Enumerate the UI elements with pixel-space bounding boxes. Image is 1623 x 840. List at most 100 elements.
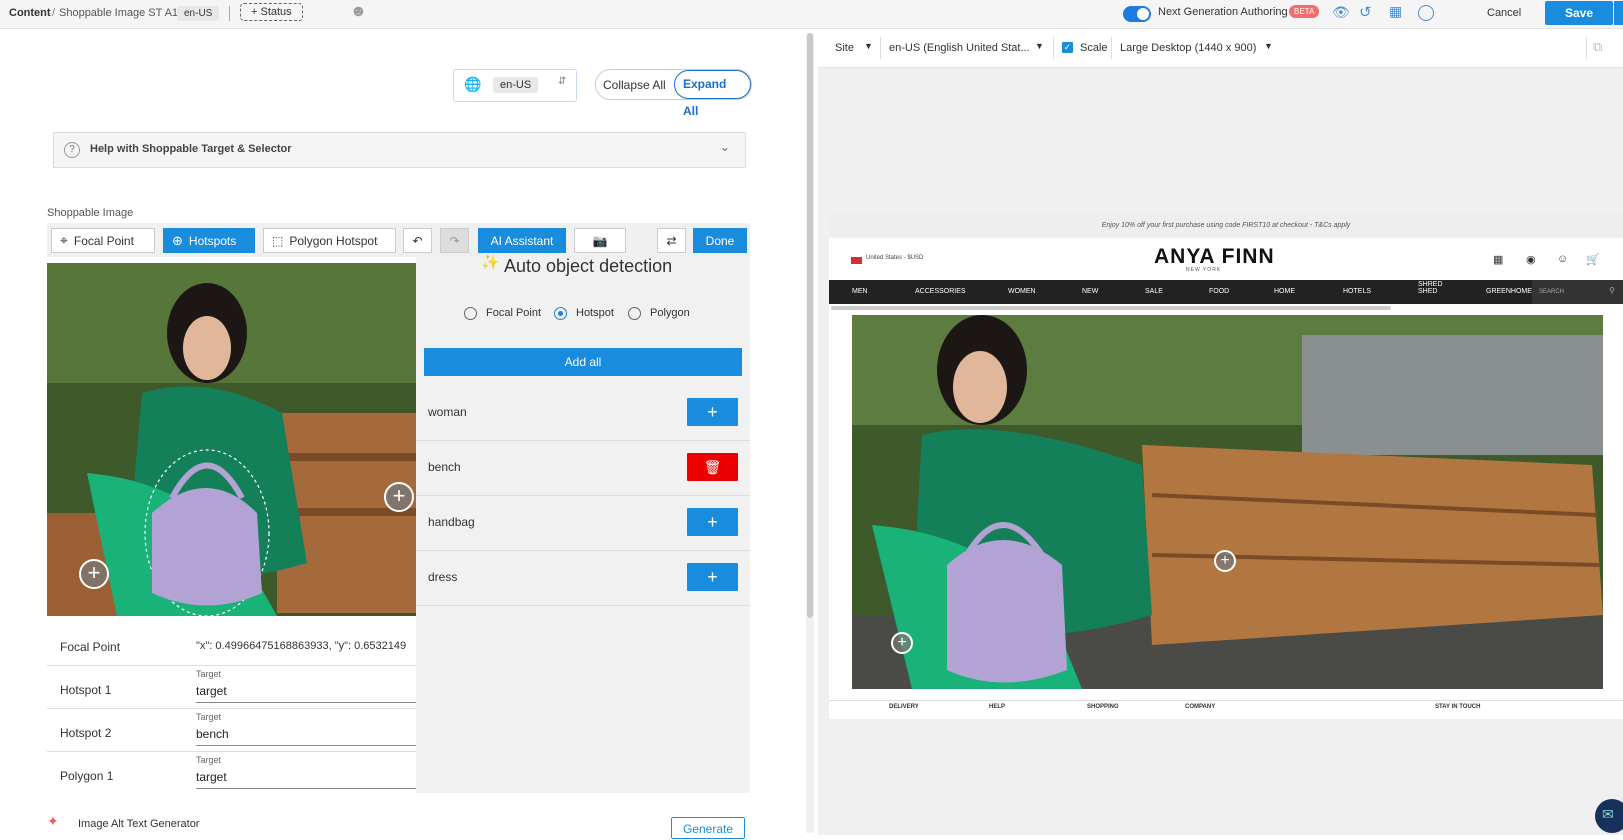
nav-item-shred-shed[interactable]: SHRED SHED (1418, 281, 1443, 295)
sparkle-icon: ✨ (481, 254, 500, 271)
info-icon[interactable] (1418, 5, 1434, 21)
ai-assistant-button[interactable]: AI Assistant (478, 228, 566, 253)
nav-item-accessories[interactable]: ACCESSORIES (915, 288, 966, 295)
expand-all-button[interactable]: Expand All (674, 70, 751, 118)
generate-button[interactable]: Generate (671, 817, 745, 839)
input-underline (196, 702, 416, 703)
nav-item-men[interactable]: MEN (852, 288, 868, 295)
hotspot-2-target-input[interactable]: bench (196, 727, 229, 741)
add-status-button[interactable]: + Status (240, 3, 303, 21)
divider (880, 37, 881, 59)
preview-locale-select[interactable]: en-US (English United Stat... (889, 42, 1030, 54)
hotspot-2-target-label: Target (196, 712, 222, 722)
mode-radio-polygon[interactable] (628, 307, 641, 320)
user-icon[interactable]: ☻ (350, 3, 367, 21)
chevron-down-icon: ⌄ (720, 140, 731, 154)
polygon-1-target-input[interactable]: target (196, 770, 227, 784)
detected-item-label: handbag (428, 515, 475, 529)
add-dress-button[interactable]: + (687, 563, 738, 591)
row-divider (47, 665, 417, 666)
calendar-icon[interactable]: ▦ (1389, 3, 1402, 20)
device-select[interactable]: Large Desktop (1440 x 900) (1120, 42, 1256, 54)
preview-eye-icon[interactable]: 👁 (1332, 4, 1350, 21)
nga-label: Next Generation Authoring (1158, 6, 1288, 18)
nav-item-sale[interactable]: SALE (1145, 288, 1163, 295)
image-edit-button[interactable]: 📷 (574, 228, 626, 253)
history-icon[interactable]: ↺ (1359, 3, 1372, 21)
chevron-down-icon: ▼ (1035, 41, 1044, 51)
alt-text-label: Image Alt Text Generator (78, 818, 200, 830)
flag-icon (851, 257, 862, 264)
mode-radio-hotspot[interactable] (554, 307, 567, 320)
delete-bench-button[interactable]: 🗑 (687, 453, 738, 481)
done-button[interactable]: Done (693, 228, 747, 253)
qr-icon[interactable]: ▦ (1493, 253, 1503, 266)
save-dropdown-button[interactable] (1614, 1, 1623, 25)
polygon-hotspot-button[interactable]: ⬚ Polygon Hotspot (263, 228, 396, 253)
add-all-button[interactable]: Add all (424, 348, 742, 376)
nav-item-new[interactable]: NEW (1082, 288, 1098, 295)
cart-icon[interactable]: 🛒 (1586, 253, 1600, 266)
globe-icon: 🌐 (464, 76, 482, 92)
redo-button[interactable]: ↷ (440, 228, 469, 253)
mode-label-polygon: Polygon (650, 307, 690, 319)
brand-logo[interactable]: ANYA FINN (1154, 245, 1275, 269)
screenshot-icon[interactable]: ⧉ (1593, 39, 1602, 55)
footer-help[interactable]: HELP (989, 704, 1005, 710)
hotspot-1-target-input[interactable]: target (196, 684, 227, 698)
help-accordion[interactable]: ? Help with Shoppable Target & Selector … (53, 132, 746, 168)
site-select[interactable]: Site (835, 42, 854, 54)
nga-toggle[interactable] (1123, 6, 1151, 22)
add-woman-button[interactable]: + (687, 398, 738, 426)
top-bar: Content / Shoppable Image ST A1 en-US + … (0, 0, 1623, 29)
footer-stay-in-touch[interactable]: STAY IN TOUCH (1435, 704, 1480, 710)
done-label: Done (705, 233, 735, 248)
nav-item-greenhome[interactable]: GREENHOME (1486, 288, 1532, 295)
region-selector[interactable]: United States - $USD (866, 255, 923, 261)
focal-point-button[interactable]: ⌖ Focal Point (51, 228, 155, 253)
polygon-hotspot-label: Polygon Hotspot (289, 233, 378, 248)
search-icon: ⚲ (1609, 286, 1615, 295)
focal-point-row-label: Focal Point (60, 640, 121, 654)
editor-scroll-thumb[interactable] (807, 33, 813, 618)
editor-image[interactable]: + + (47, 263, 417, 616)
ai-assistant-label: AI Assistant (490, 233, 554, 248)
footer-shopping[interactable]: SHOPPING (1087, 704, 1119, 710)
hotspot-marker-1[interactable]: + (79, 559, 109, 589)
swap-button[interactable]: ⇄ (657, 228, 686, 253)
location-icon[interactable]: ◉ (1526, 253, 1536, 266)
plus-icon: + (707, 401, 718, 422)
cancel-button[interactable]: Cancel (1487, 7, 1521, 19)
add-handbag-button[interactable]: + (687, 508, 738, 536)
nav-item-home[interactable]: HOME (1274, 288, 1295, 295)
nav-item-women[interactable]: WOMEN (1008, 288, 1036, 295)
preview-image-art (852, 315, 1603, 689)
preview-toolbar: Site ▼ en-US (English United Stat... ▼ ✓… (818, 29, 1623, 68)
scale-checkbox[interactable]: ✓ (1062, 42, 1073, 53)
chat-widget-button[interactable]: ✉ (1595, 799, 1623, 833)
preview-hotspot-2[interactable]: + (1214, 550, 1236, 572)
help-icon: ? (64, 142, 80, 158)
hotspot-marker-2[interactable]: + (384, 482, 414, 512)
chevron-down-icon: ▼ (864, 41, 873, 51)
footer-delivery[interactable]: DELIVERY (889, 704, 919, 710)
collapse-all-button[interactable]: Collapse All (603, 78, 666, 92)
hotspots-button[interactable]: ⊕ Hotspots (163, 228, 255, 253)
beta-badge: BETA (1289, 5, 1320, 18)
nav-item-hotels[interactable]: HOTELS (1343, 288, 1371, 295)
account-icon[interactable]: ☺ (1557, 253, 1568, 265)
undo-button[interactable]: ↶ (403, 228, 432, 253)
site-footer: DELIVERY HELP SHOPPING COMPANY STAY IN T… (829, 700, 1623, 719)
preview-shoppable-image[interactable]: + + (852, 315, 1603, 689)
nav-item-food[interactable]: FOOD (1209, 288, 1229, 295)
nav-scrollbar[interactable] (831, 306, 1391, 310)
plus-icon: + (707, 566, 718, 587)
preview-hotspot-1[interactable]: + (891, 632, 913, 654)
locale-selector[interactable]: 🌐 en-US ⇵ (453, 69, 577, 102)
save-button[interactable]: Save (1545, 1, 1613, 25)
undo-icon: ↶ (412, 233, 423, 248)
mode-radio-focal-point[interactable] (464, 307, 477, 320)
footer-company[interactable]: COMPANY (1185, 704, 1215, 710)
breadcrumb-root[interactable]: Content (9, 7, 51, 19)
divider (229, 6, 230, 21)
